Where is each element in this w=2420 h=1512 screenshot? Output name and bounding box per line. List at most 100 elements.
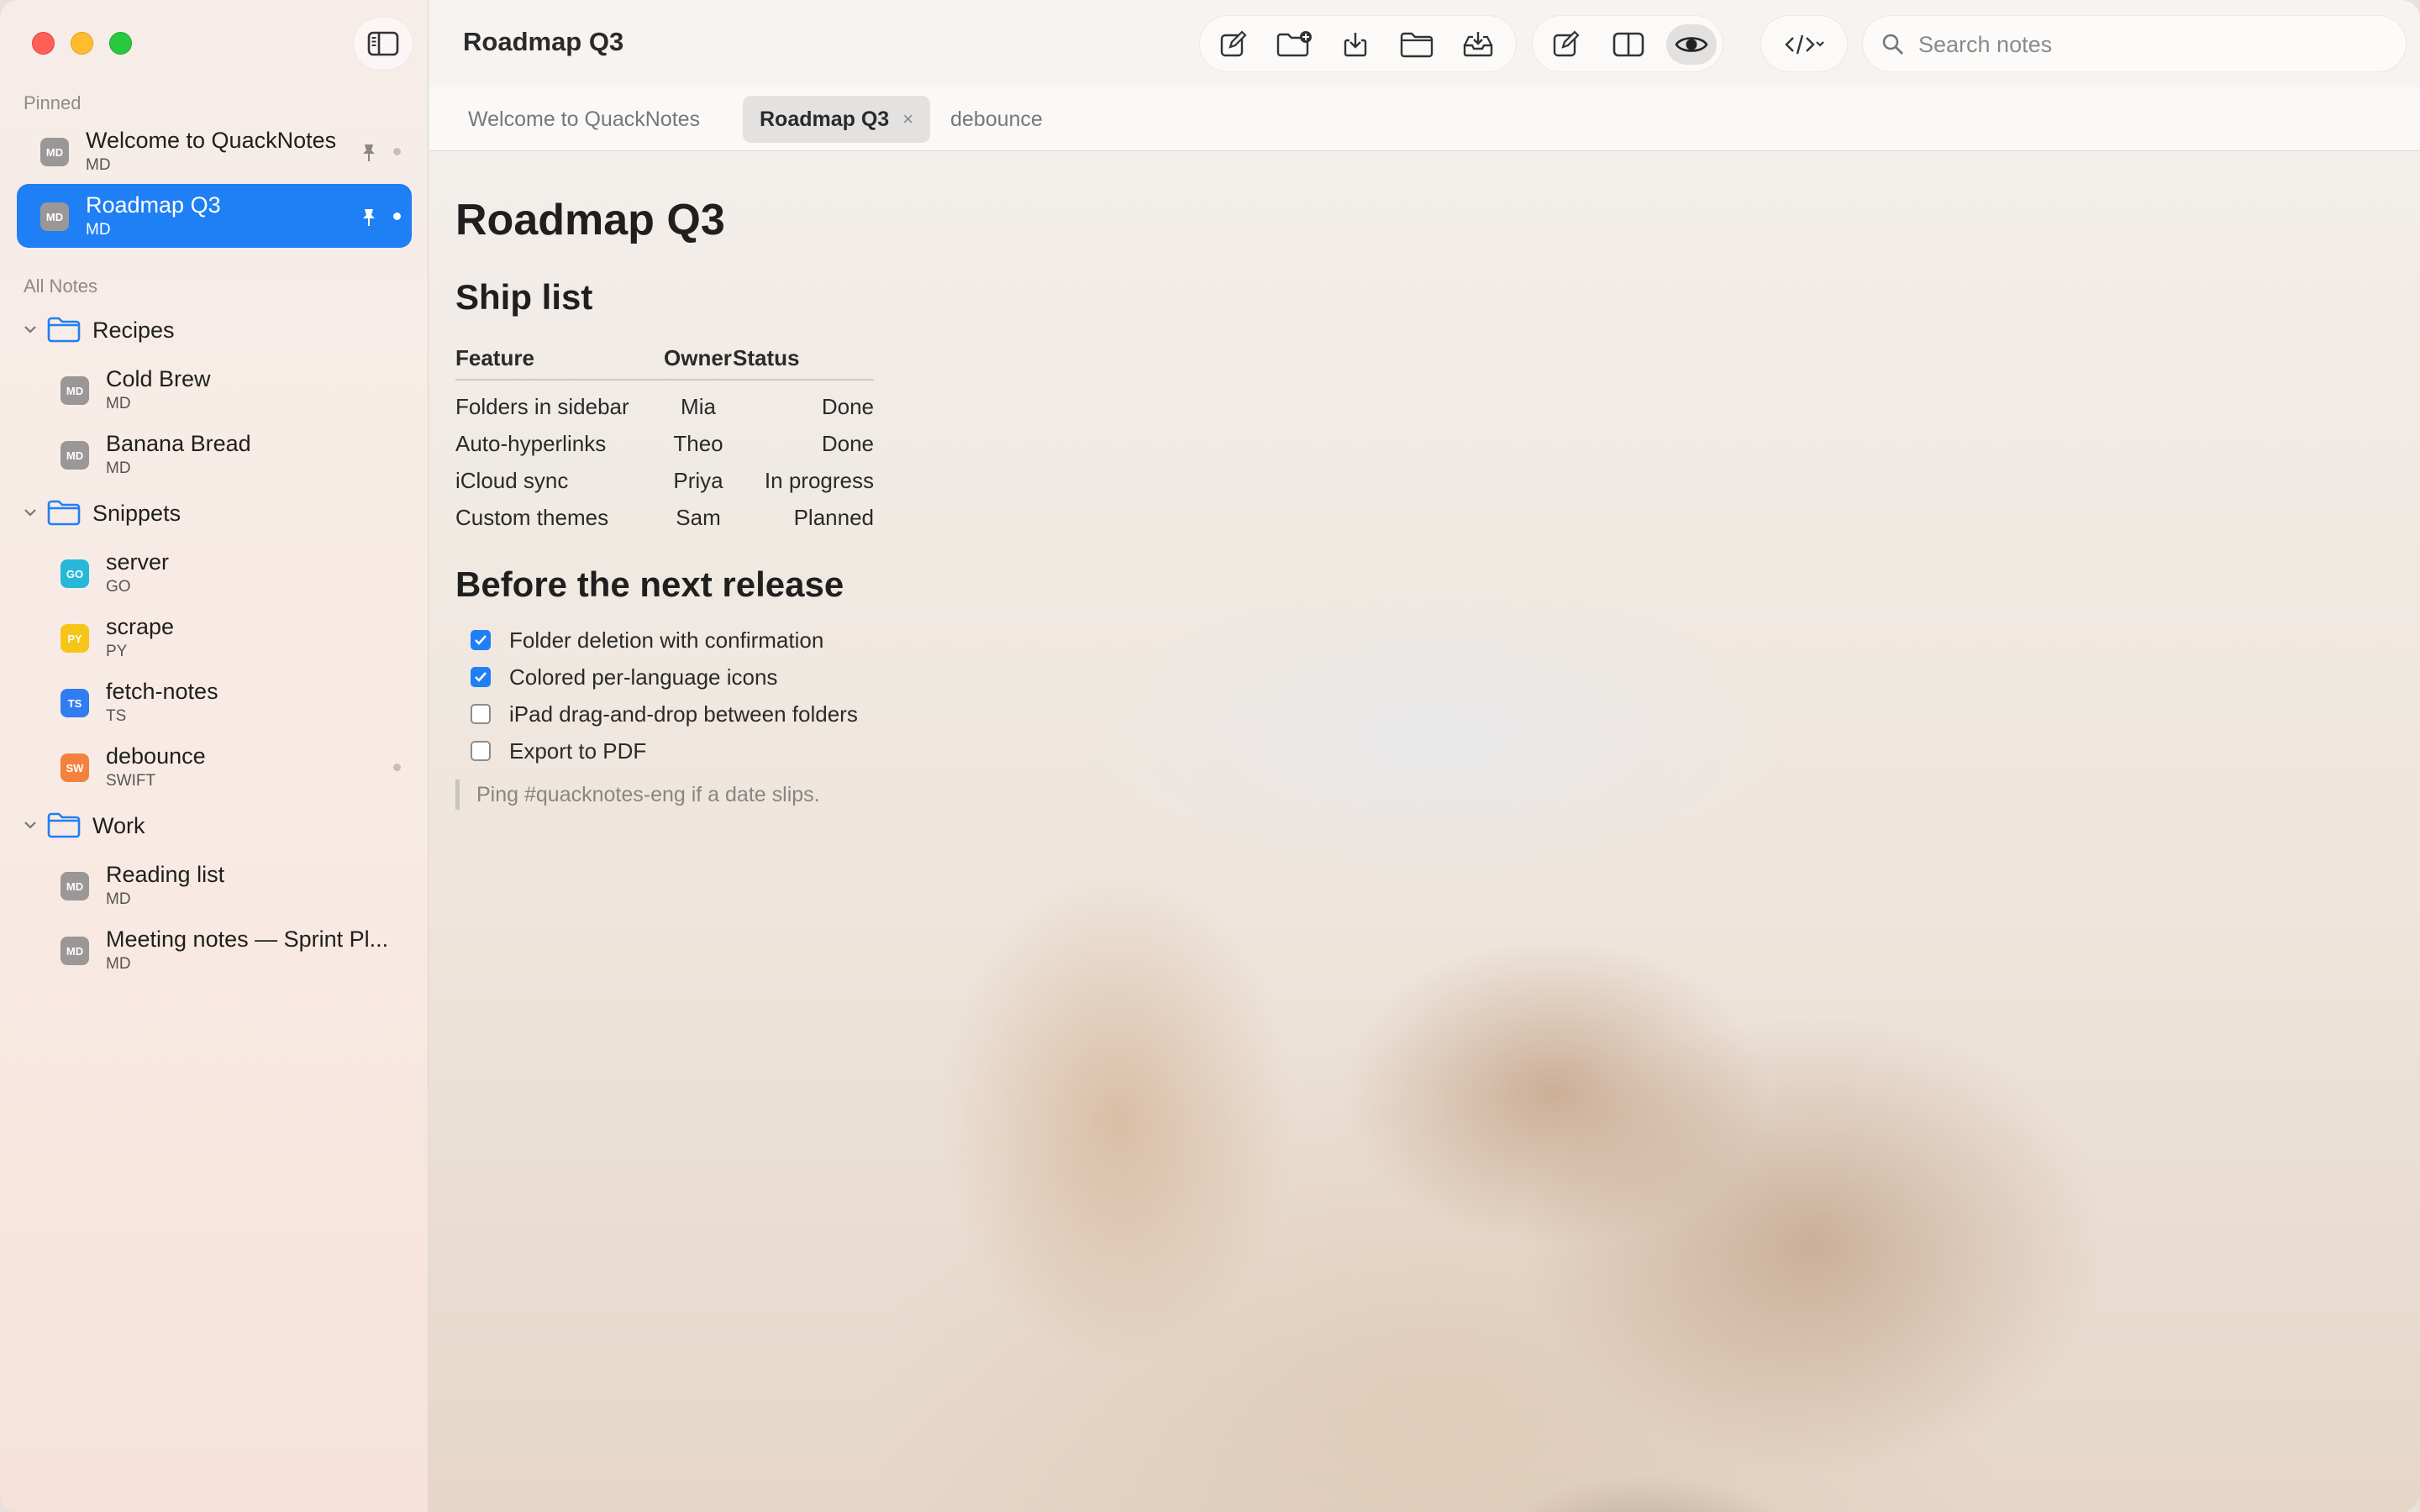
tab-welcome[interactable]: Welcome to QuackNotes [451, 96, 717, 143]
table-cell: Done [821, 394, 874, 419]
table-row: Auto-hyperlinks Theo Done [455, 425, 874, 462]
typescript-file-icon: TS [60, 689, 89, 717]
folder-plus-icon [1276, 31, 1312, 57]
code-language-menu[interactable] [1760, 15, 1848, 72]
split-view-button[interactable] [1603, 24, 1654, 65]
sidebar-note-scrape[interactable]: PY scrape PY [17, 606, 412, 669]
note-type: MD [106, 459, 131, 477]
compose-icon [1220, 30, 1247, 57]
table-cell: Priya [673, 467, 723, 493]
swift-file-icon: SW [60, 753, 89, 782]
folder-recipes[interactable]: Recipes [17, 309, 412, 351]
checkbox-unchecked[interactable] [471, 741, 491, 761]
note-type: MD [86, 156, 111, 174]
preview-mode-button[interactable] [1666, 24, 1717, 65]
folder-work[interactable]: Work [17, 805, 412, 847]
table-header: Feature [455, 338, 664, 381]
todo-text: Folder deletion with confirmation [509, 627, 824, 653]
sidebar-note-meeting-notes[interactable]: MD Meeting notes — Sprint Pl... MD [17, 918, 412, 982]
tab-label: debounce [950, 107, 1043, 131]
import-button[interactable] [1330, 24, 1381, 65]
export-button[interactable] [1453, 24, 1503, 65]
sidebar-note-cold-brew[interactable]: MD Cold Brew MD [17, 358, 412, 422]
new-folder-button[interactable] [1269, 24, 1319, 65]
checkmark-icon [475, 635, 487, 645]
sidebar-note-roadmap-q3[interactable]: MD Roadmap Q3 MD [17, 184, 412, 248]
file-toolbar-group [1199, 15, 1517, 72]
sidebar-note-fetch-notes[interactable]: TS fetch-notes TS [17, 670, 412, 734]
md-file-icon: MD [40, 202, 69, 231]
todo-item: Colored per-language icons [471, 659, 777, 696]
compose-icon [1553, 30, 1580, 57]
tab-label: Welcome to QuackNotes [468, 107, 701, 131]
tray-download-icon [1463, 32, 1493, 57]
note-type: GO [106, 578, 131, 596]
table-cell: Planned [793, 504, 874, 530]
table-cell: Auto-hyperlinks [455, 430, 607, 456]
sidebar-icon [367, 31, 399, 56]
tab-bar: Welcome to QuackNotes Roadmap Q3 × debou… [429, 87, 2420, 151]
pin-icon[interactable] [360, 207, 378, 228]
download-icon [1344, 33, 1367, 57]
zoom-window-button[interactable] [109, 32, 132, 55]
code-language-button[interactable] [1770, 24, 1840, 65]
todo-text: Export to PDF [509, 738, 647, 764]
close-window-button[interactable] [32, 32, 55, 55]
note-title: Banana Bread [106, 431, 251, 456]
new-note-button[interactable] [1207, 24, 1258, 65]
ship-list-table: Feature Owner Status Folders in sidebar … [455, 338, 874, 536]
unsaved-dot [393, 148, 401, 155]
note-type: SWIFT [106, 772, 156, 790]
chevron-down-icon[interactable] [22, 816, 39, 833]
folder-snippets[interactable]: Snippets [17, 492, 412, 534]
chevron-down-icon[interactable] [22, 504, 39, 521]
checkbox-checked[interactable] [471, 630, 491, 650]
chevron-down-icon[interactable] [22, 321, 39, 338]
table-cell: Folders in sidebar [455, 394, 629, 419]
todo-item: Export to PDF [471, 732, 646, 769]
edit-mode-button[interactable] [1540, 24, 1591, 65]
doc-heading-next-release: Before the next release [455, 564, 844, 604]
sidebar-note-banana-bread[interactable]: MD Banana Bread MD [17, 423, 412, 486]
note-title: debounce [106, 743, 206, 769]
sidebar-note-debounce[interactable]: SW debounce SWIFT [17, 735, 412, 799]
toggle-sidebar-button[interactable] [353, 17, 413, 71]
note-title: Roadmap Q3 [86, 192, 221, 218]
note-title: server [106, 549, 170, 575]
tab-debounce[interactable]: debounce [934, 96, 1060, 143]
search-field[interactable] [1862, 15, 2407, 72]
md-file-icon: MD [60, 441, 89, 470]
checkbox-checked[interactable] [471, 667, 491, 687]
sidebar-note-server[interactable]: GO server GO [17, 541, 412, 605]
note-type: TS [106, 707, 127, 725]
table-header: Status [733, 338, 874, 381]
unsaved-dot [393, 213, 401, 220]
close-tab-icon[interactable]: × [902, 108, 913, 130]
folder-icon [47, 500, 81, 526]
note-type: MD [86, 221, 111, 239]
folder-icon [47, 812, 81, 838]
search-icon [1882, 34, 1903, 55]
folder-icon [47, 317, 81, 343]
split-view-icon [1612, 32, 1644, 57]
unsaved-dot [393, 764, 401, 771]
sidebar-note-reading-list[interactable]: MD Reading list MD [17, 853, 412, 917]
table-cell: Theo [673, 430, 723, 456]
sidebar-note-welcome[interactable]: MD Welcome to QuackNotes MD [17, 119, 412, 183]
note-type: MD [106, 955, 131, 973]
note-title: Reading list [106, 862, 225, 887]
table-header-row: Feature Owner Status [455, 338, 874, 381]
open-folder-button[interactable] [1392, 24, 1442, 65]
search-input[interactable] [1918, 28, 2389, 61]
folder-icon [1400, 32, 1434, 58]
all-notes-section-label: All Notes [24, 276, 98, 297]
md-file-icon: MD [60, 376, 89, 405]
tab-roadmap-q3[interactable]: Roadmap Q3 × [743, 96, 931, 143]
checkbox-unchecked[interactable] [471, 704, 491, 724]
table-cell: Sam [676, 504, 721, 530]
note-title: fetch-notes [106, 679, 218, 704]
todo-text: iPad drag-and-drop between folders [509, 701, 858, 727]
minimize-window-button[interactable] [71, 32, 93, 55]
blockquote: Ping #quacknotes-eng if a date slips. [455, 780, 820, 810]
pin-icon[interactable] [360, 143, 378, 163]
